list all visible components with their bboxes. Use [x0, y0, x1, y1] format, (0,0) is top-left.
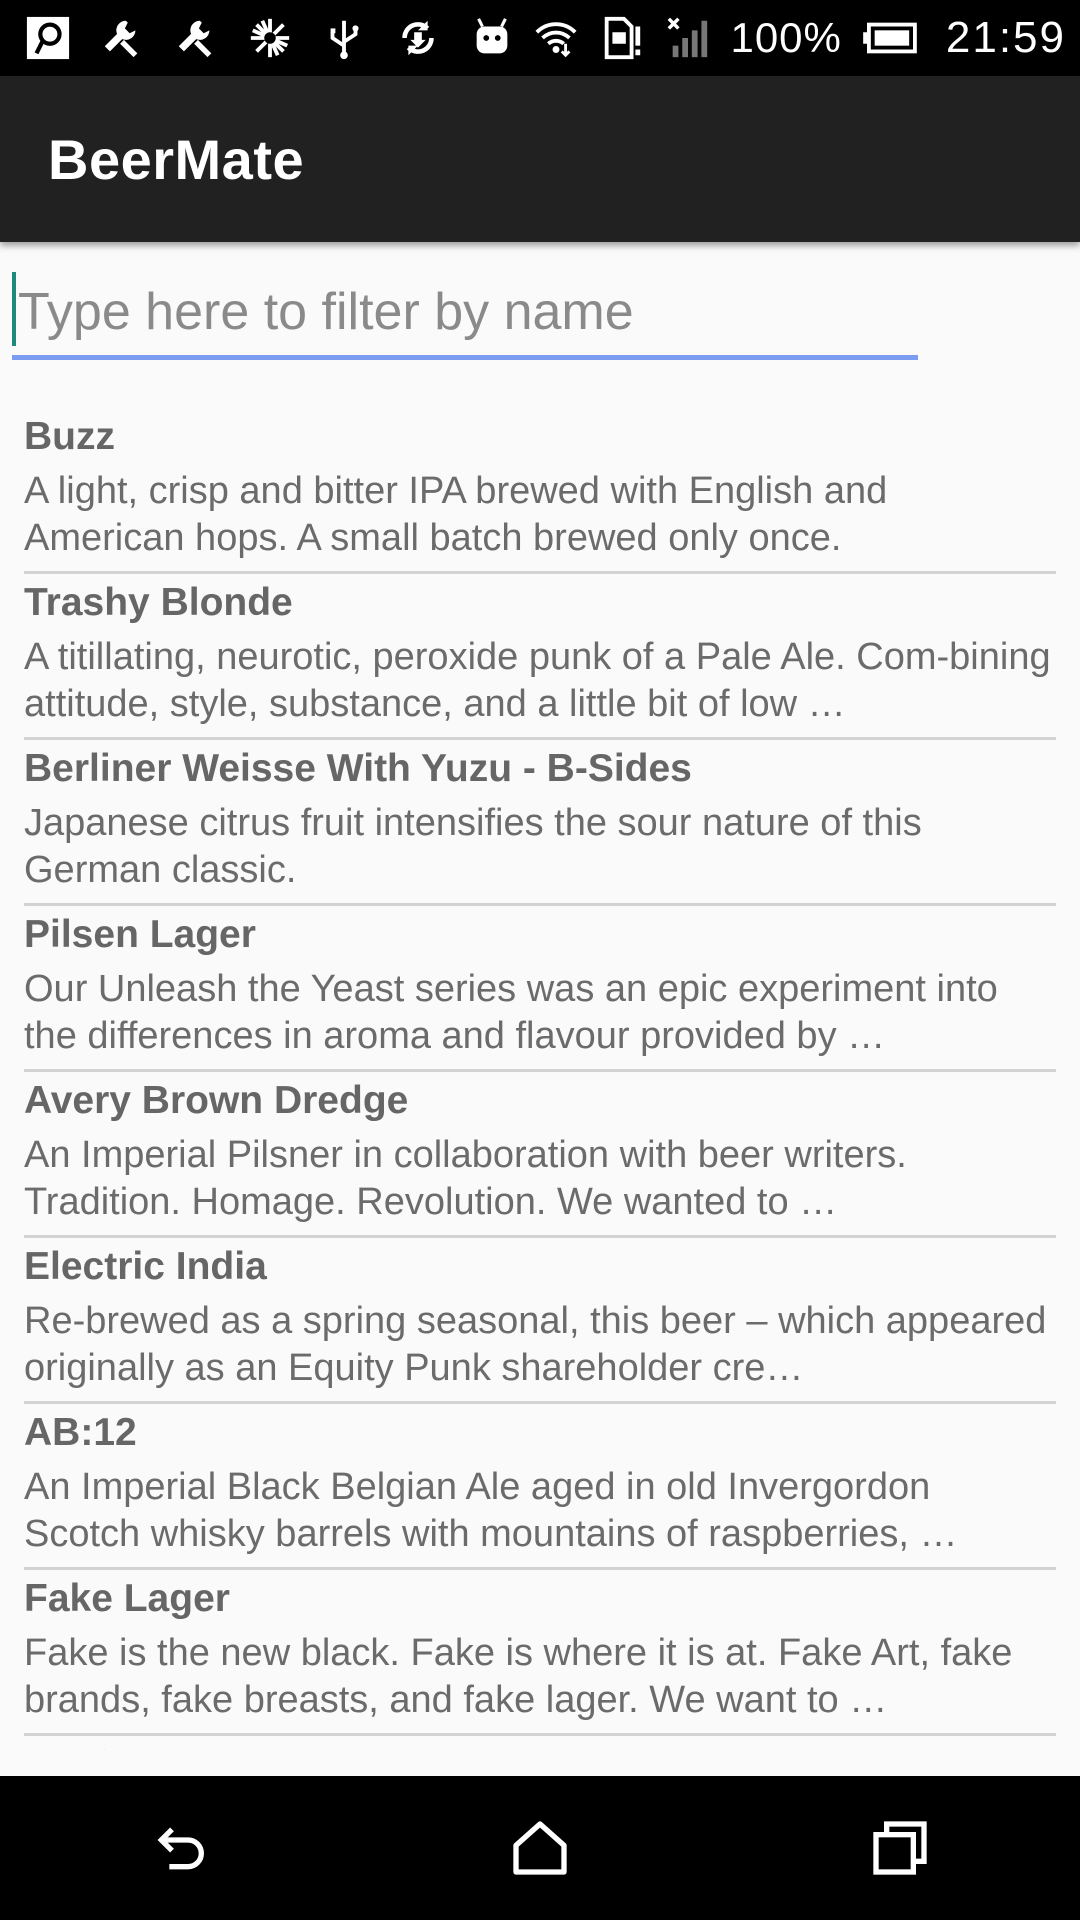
filter-field[interactable] [12, 268, 918, 360]
list-item[interactable]: Avery Brown Dredge An Imperial Pilsner in… [24, 1072, 1056, 1238]
list-item[interactable]: Fake Lager Fake is the new black. Fake is… [24, 1570, 1056, 1736]
beer-name: Buzz [24, 415, 115, 458]
beer-description: A titillating, neurotic, peroxide punk o… [24, 636, 1051, 725]
beer-name: Electric India [24, 1245, 267, 1288]
beer-description: Japanese citrus fruit intensifies the so… [24, 802, 922, 891]
android-icon [468, 14, 516, 62]
beer-description: A light, crisp and bitter IPA brewed wit… [24, 470, 888, 559]
wrench-icon [98, 14, 146, 62]
beer-list[interactable]: Buzz A light, crisp and bitter IPA brewed… [24, 408, 1056, 1750]
battery-percent: 100% [730, 14, 842, 61]
list-item[interactable]: Berliner Weisse With Yuzu - B-Sides Japan… [24, 740, 1056, 906]
beer-description: An Imperial Black Belgian Ale aged in ol… [24, 1466, 958, 1555]
beer-name: AB:12 [24, 1411, 137, 1454]
list-item[interactable]: AB:07 [24, 1736, 1056, 1750]
home-button[interactable] [480, 1788, 600, 1908]
beer-description: Re-brewed as a spring seasonal, this bee… [24, 1300, 1047, 1389]
navigation-bar [0, 1776, 1080, 1920]
filter-input[interactable] [12, 268, 918, 356]
beer-description: An Imperial Pilsner in collaboration wit… [24, 1134, 907, 1223]
list-item[interactable]: Pilsen Lager Our Unleash the Yeast series… [24, 906, 1056, 1072]
beer-name: Avery Brown Dredge [24, 1079, 409, 1122]
app-bar: BeerMate [0, 76, 1080, 242]
usb-icon [320, 14, 368, 62]
sim-icon [598, 14, 646, 62]
beer-name: Fake Lager [24, 1577, 230, 1620]
beer-description: Our Unleash the Yeast series was an epic… [24, 968, 998, 1057]
back-icon [157, 1827, 204, 1870]
signal-icon [664, 14, 712, 62]
clock: 21:59 [945, 13, 1066, 62]
list-item[interactable]: AB:12 An Imperial Black Belgian Ale aged … [24, 1404, 1056, 1570]
home-icon [513, 1821, 567, 1875]
wifi-icon [532, 14, 580, 62]
back-button[interactable] [120, 1788, 240, 1908]
sync-icon [394, 14, 442, 62]
status-bar: 100% 21:59 [0, 0, 1080, 76]
beer-name: Berliner Weisse With Yuzu - B-Sides [24, 747, 692, 790]
sparkle-icon [246, 14, 294, 62]
recents-icon [873, 1821, 927, 1875]
pocket-icon [24, 14, 72, 62]
list-item[interactable]: Electric India Re-brewed as a spring seas… [24, 1238, 1056, 1404]
beer-name: Trashy Blonde [24, 581, 293, 624]
battery-icon [860, 14, 920, 62]
filter-underline [12, 355, 918, 360]
system-icons: 100% 21:59 [532, 13, 1066, 63]
text-cursor [12, 272, 16, 346]
beer-name: AB:07 [24, 1740, 1056, 1750]
notification-icons [24, 14, 532, 62]
beer-name: Pilsen Lager [24, 913, 256, 956]
recents-button[interactable] [840, 1788, 960, 1908]
list-item[interactable]: Trashy Blonde A titillating, neurotic, pe… [24, 574, 1056, 740]
wrench-icon [172, 14, 220, 62]
list-item[interactable]: Buzz A light, crisp and bitter IPA brewed… [24, 408, 1056, 574]
app-title: BeerMate [48, 127, 305, 191]
beer-description: Fake is the new black. Fake is where it … [24, 1632, 1013, 1721]
